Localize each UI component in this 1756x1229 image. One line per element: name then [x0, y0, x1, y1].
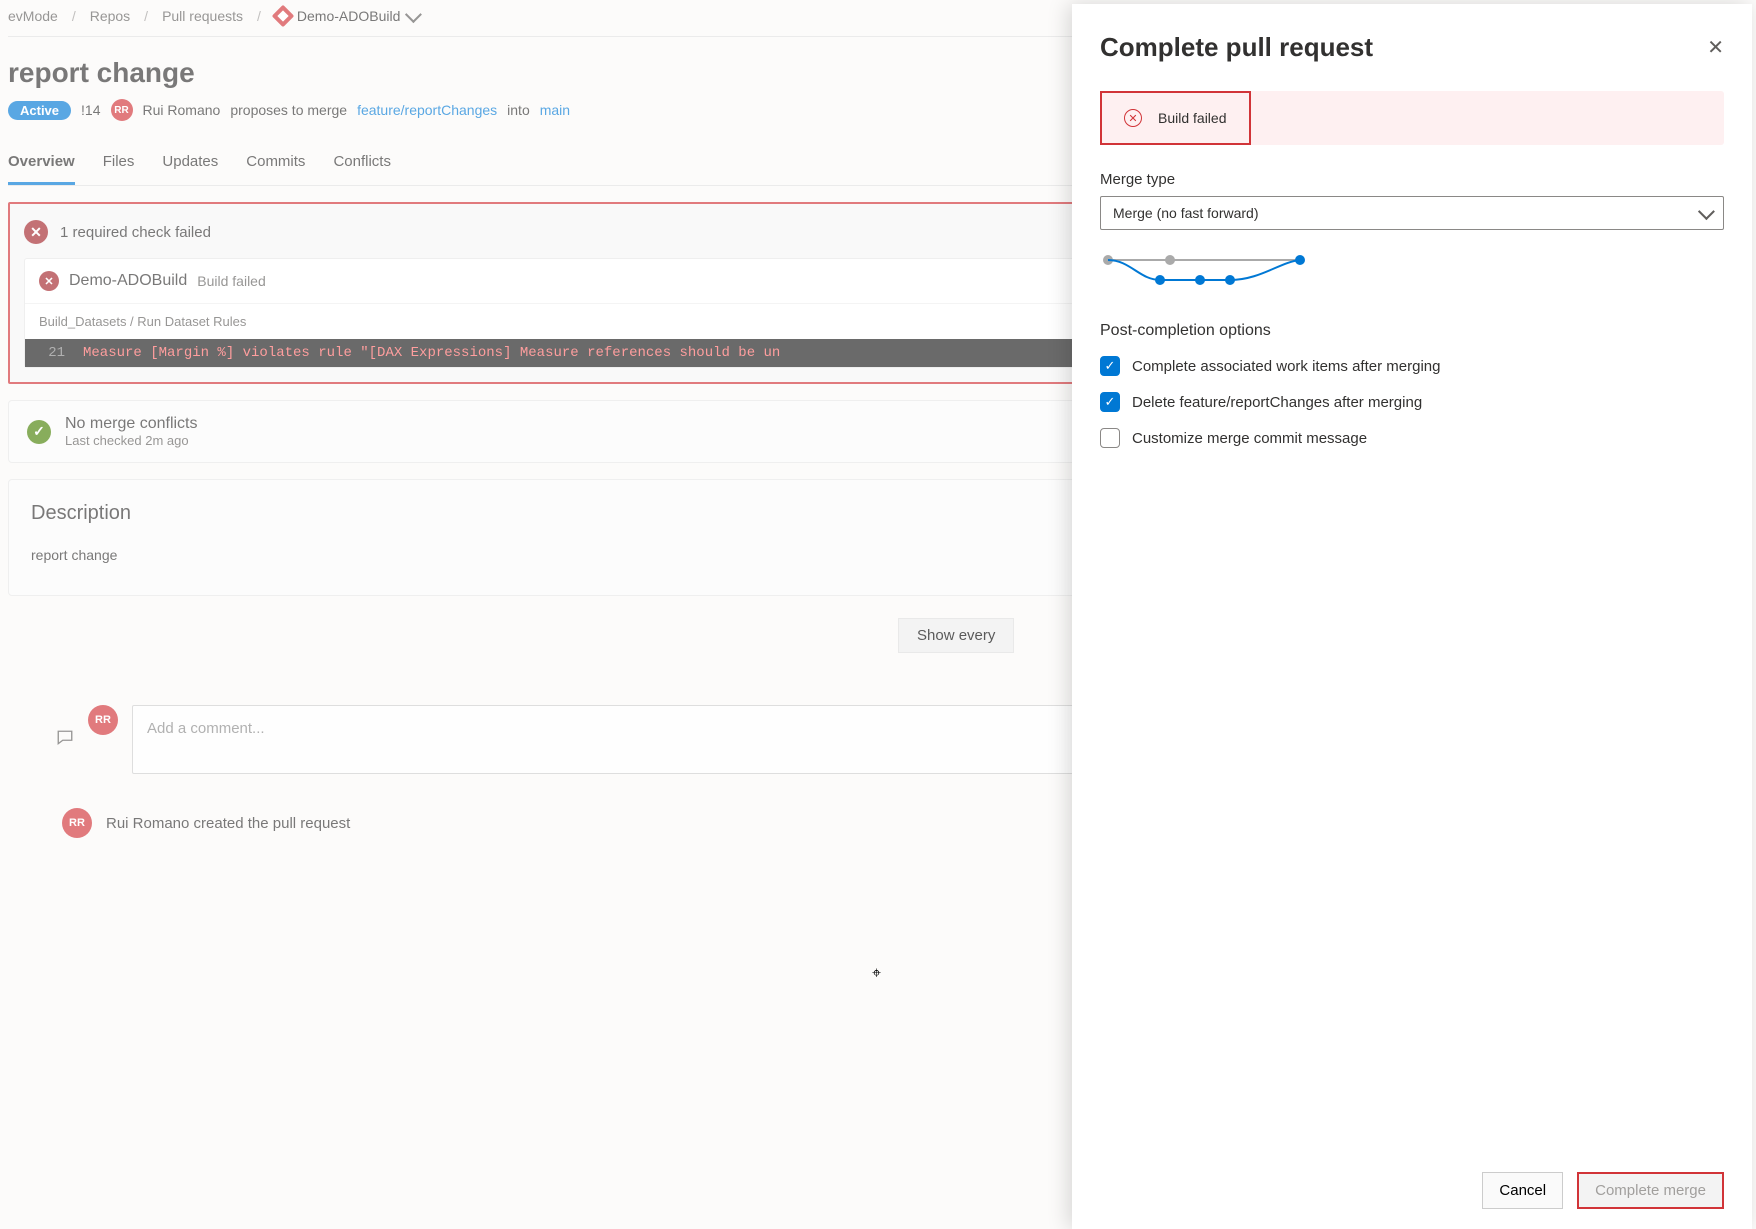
opt-delete-branch[interactable]: ✓ Delete feature/reportChanges after mer…: [1100, 392, 1724, 412]
source-branch-link[interactable]: feature/reportChanges: [357, 102, 497, 118]
close-button[interactable]: ✕: [1707, 35, 1724, 60]
breadcrumb-item[interactable]: Repos: [90, 8, 130, 24]
opt-label: Delete feature/reportChanges after mergi…: [1132, 394, 1422, 411]
breadcrumb-current-label: Demo-ADOBuild: [297, 8, 400, 24]
breadcrumb-sep: /: [257, 8, 261, 24]
panel-title: Complete pull request: [1100, 32, 1373, 63]
checks-summary: 1 required check failed: [60, 224, 211, 241]
post-completion-label: Post-completion options: [1100, 322, 1724, 340]
conflict-title: No merge conflicts: [65, 415, 198, 433]
tab-updates[interactable]: Updates: [162, 145, 218, 185]
breadcrumb-current[interactable]: Demo-ADOBuild: [275, 8, 418, 24]
merge-type-select[interactable]: Merge (no fast forward): [1100, 196, 1724, 230]
merge-type-value: Merge (no fast forward): [1113, 205, 1259, 221]
opt-label: Customize merge commit message: [1132, 430, 1367, 447]
avatar: RR: [111, 99, 133, 121]
opt-complete-work-items[interactable]: ✓ Complete associated work items after m…: [1100, 356, 1724, 376]
complete-pr-panel: Complete pull request ✕ ✕ Build failed M…: [1072, 4, 1752, 1229]
merge-graph-icon: [1100, 252, 1310, 292]
chevron-down-icon: [405, 6, 422, 23]
checkbox-icon[interactable]: ✓: [1100, 392, 1120, 412]
log-text: Measure [Margin %] violates rule "[DAX E…: [83, 345, 780, 361]
avatar: RR: [88, 705, 118, 735]
feedback-icon[interactable]: [56, 729, 74, 750]
breadcrumb-item[interactable]: Pull requests: [162, 8, 243, 24]
tab-commits[interactable]: Commits: [246, 145, 305, 185]
alert-text: Build failed: [1158, 110, 1227, 126]
opt-label: Complete associated work items after mer…: [1132, 358, 1440, 375]
cursor-icon: ⌖: [872, 965, 881, 983]
tab-overview[interactable]: Overview: [8, 145, 75, 185]
breadcrumb-sep: /: [72, 8, 76, 24]
pr-author: Rui Romano: [143, 102, 221, 118]
error-icon: ✕: [1124, 109, 1142, 127]
status-badge: Active: [8, 101, 71, 120]
avatar: RR: [62, 808, 92, 838]
pipeline-name[interactable]: Demo-ADOBuild: [69, 272, 187, 290]
pr-propose-text: proposes to merge: [230, 102, 347, 118]
breadcrumb-item[interactable]: evMode: [8, 8, 58, 24]
checkbox-icon[interactable]: [1100, 428, 1120, 448]
breadcrumb-sep: /: [144, 8, 148, 24]
conflict-subtitle: Last checked 2m ago: [65, 433, 198, 448]
into-text: into: [507, 102, 530, 118]
pr-number: !14: [81, 102, 100, 118]
target-branch-link[interactable]: main: [540, 102, 570, 118]
activity-text: Rui Romano created the pull request: [106, 815, 350, 832]
build-failed-alert: ✕ Build failed: [1100, 91, 1724, 145]
cancel-button[interactable]: Cancel: [1482, 1172, 1563, 1209]
show-everything-button[interactable]: Show every: [898, 618, 1014, 653]
chevron-down-icon: [1698, 203, 1715, 220]
checkbox-icon[interactable]: ✓: [1100, 356, 1120, 376]
tab-conflicts[interactable]: Conflicts: [333, 145, 391, 185]
pipeline-status: Build failed: [197, 273, 266, 289]
fail-icon: ✕: [24, 220, 48, 244]
log-line-number: 21: [35, 345, 65, 361]
complete-merge-button[interactable]: Complete merge: [1577, 1172, 1724, 1209]
repo-icon: [272, 5, 295, 28]
check-ok-icon: ✓: [27, 420, 51, 444]
tab-files[interactable]: Files: [103, 145, 135, 185]
fail-icon: ✕: [39, 271, 59, 291]
opt-custom-message[interactable]: Customize merge commit message: [1100, 428, 1724, 448]
merge-type-label: Merge type: [1100, 171, 1724, 188]
